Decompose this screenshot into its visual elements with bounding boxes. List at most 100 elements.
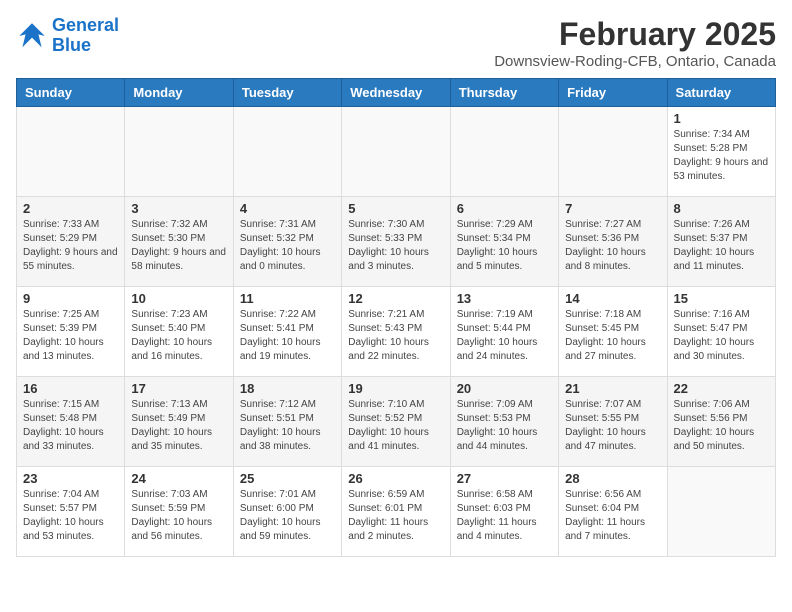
day-number: 21 bbox=[565, 381, 660, 396]
day-cell: 7 Sunrise: 7:27 AM Sunset: 5:36 PM Daylig… bbox=[559, 197, 667, 287]
calendar-header: SundayMondayTuesdayWednesdayThursdayFrid… bbox=[17, 79, 776, 107]
day-info: Sunrise: 7:12 AM Sunset: 5:51 PM Dayligh… bbox=[240, 398, 335, 454]
day-cell: 27 Sunrise: 6:58 AM Sunset: 6:03 PM Dayli… bbox=[450, 467, 558, 557]
day-number: 8 bbox=[674, 201, 769, 216]
day-number: 26 bbox=[348, 471, 443, 486]
day-info: Sunrise: 7:34 AM Sunset: 5:28 PM Dayligh… bbox=[674, 128, 769, 184]
day-info: Sunrise: 7:27 AM Sunset: 5:36 PM Dayligh… bbox=[565, 218, 660, 274]
day-info: Sunrise: 7:26 AM Sunset: 5:37 PM Dayligh… bbox=[674, 218, 769, 274]
calendar: SundayMondayTuesdayWednesdayThursdayFrid… bbox=[16, 78, 776, 557]
day-cell: 6 Sunrise: 7:29 AM Sunset: 5:34 PM Daylig… bbox=[450, 197, 558, 287]
day-number: 27 bbox=[457, 471, 552, 486]
day-number: 12 bbox=[348, 291, 443, 306]
day-info: Sunrise: 7:03 AM Sunset: 5:59 PM Dayligh… bbox=[131, 488, 226, 544]
weekday-header-friday: Friday bbox=[559, 79, 667, 107]
day-info: Sunrise: 7:32 AM Sunset: 5:30 PM Dayligh… bbox=[131, 218, 226, 274]
day-cell bbox=[125, 107, 233, 197]
day-info: Sunrise: 7:15 AM Sunset: 5:48 PM Dayligh… bbox=[23, 398, 118, 454]
day-info: Sunrise: 7:10 AM Sunset: 5:52 PM Dayligh… bbox=[348, 398, 443, 454]
day-number: 3 bbox=[131, 201, 226, 216]
weekday-header-monday: Monday bbox=[125, 79, 233, 107]
day-number: 2 bbox=[23, 201, 118, 216]
week-row-3: 16Sunrise: 7:15 AM Sunset: 5:48 PM Dayli… bbox=[17, 377, 776, 467]
day-number: 25 bbox=[240, 471, 335, 486]
day-info: Sunrise: 7:21 AM Sunset: 5:43 PM Dayligh… bbox=[348, 308, 443, 364]
day-cell: 9Sunrise: 7:25 AM Sunset: 5:39 PM Daylig… bbox=[17, 287, 125, 377]
weekday-header-sunday: Sunday bbox=[17, 79, 125, 107]
day-cell: 12 Sunrise: 7:21 AM Sunset: 5:43 PM Dayli… bbox=[342, 287, 450, 377]
week-row-0: 1 Sunrise: 7:34 AM Sunset: 5:28 PM Daylig… bbox=[17, 107, 776, 197]
day-number: 4 bbox=[240, 201, 335, 216]
day-cell: 16Sunrise: 7:15 AM Sunset: 5:48 PM Dayli… bbox=[17, 377, 125, 467]
day-info: Sunrise: 6:59 AM Sunset: 6:01 PM Dayligh… bbox=[348, 488, 443, 544]
main-title: February 2025 bbox=[494, 16, 776, 53]
day-number: 13 bbox=[457, 291, 552, 306]
day-cell: 14 Sunrise: 7:18 AM Sunset: 5:45 PM Dayli… bbox=[559, 287, 667, 377]
day-cell: 20Sunrise: 7:09 AM Sunset: 5:53 PM Dayli… bbox=[450, 377, 558, 467]
day-cell: 28 Sunrise: 6:56 AM Sunset: 6:04 PM Dayli… bbox=[559, 467, 667, 557]
day-cell: 5 Sunrise: 7:30 AM Sunset: 5:33 PM Daylig… bbox=[342, 197, 450, 287]
day-info: Sunrise: 6:58 AM Sunset: 6:03 PM Dayligh… bbox=[457, 488, 552, 544]
day-info: Sunrise: 7:30 AM Sunset: 5:33 PM Dayligh… bbox=[348, 218, 443, 274]
day-number: 20 bbox=[457, 381, 552, 396]
sub-title: Downsview-Roding-CFB, Ontario, Canada bbox=[494, 53, 776, 70]
day-info: Sunrise: 6:56 AM Sunset: 6:04 PM Dayligh… bbox=[565, 488, 660, 544]
day-cell: 18Sunrise: 7:12 AM Sunset: 5:51 PM Dayli… bbox=[233, 377, 341, 467]
day-cell: 23 Sunrise: 7:04 AM Sunset: 5:57 PM Dayli… bbox=[17, 467, 125, 557]
day-info: Sunrise: 7:18 AM Sunset: 5:45 PM Dayligh… bbox=[565, 308, 660, 364]
week-row-1: 2 Sunrise: 7:33 AM Sunset: 5:29 PM Daylig… bbox=[17, 197, 776, 287]
weekday-header-row: SundayMondayTuesdayWednesdayThursdayFrid… bbox=[17, 79, 776, 107]
logo-line2: Blue bbox=[52, 35, 91, 55]
day-cell bbox=[667, 467, 775, 557]
day-info: Sunrise: 7:19 AM Sunset: 5:44 PM Dayligh… bbox=[457, 308, 552, 364]
day-number: 7 bbox=[565, 201, 660, 216]
week-row-4: 23 Sunrise: 7:04 AM Sunset: 5:57 PM Dayli… bbox=[17, 467, 776, 557]
day-info: Sunrise: 7:29 AM Sunset: 5:34 PM Dayligh… bbox=[457, 218, 552, 274]
day-cell: 8 Sunrise: 7:26 AM Sunset: 5:37 PM Daylig… bbox=[667, 197, 775, 287]
day-info: Sunrise: 7:25 AM Sunset: 5:39 PM Dayligh… bbox=[23, 308, 118, 364]
day-number: 11 bbox=[240, 291, 335, 306]
day-number: 15 bbox=[674, 291, 769, 306]
day-info: Sunrise: 7:31 AM Sunset: 5:32 PM Dayligh… bbox=[240, 218, 335, 274]
day-cell: 15 Sunrise: 7:16 AM Sunset: 5:47 PM Dayli… bbox=[667, 287, 775, 377]
day-cell: 22Sunrise: 7:06 AM Sunset: 5:56 PM Dayli… bbox=[667, 377, 775, 467]
day-number: 24 bbox=[131, 471, 226, 486]
header: General Blue February 2025 Downsview-Rod… bbox=[16, 16, 776, 70]
weekday-header-thursday: Thursday bbox=[450, 79, 558, 107]
weekday-header-saturday: Saturday bbox=[667, 79, 775, 107]
day-number: 22 bbox=[674, 381, 769, 396]
day-cell: 24 Sunrise: 7:03 AM Sunset: 5:59 PM Dayli… bbox=[125, 467, 233, 557]
day-cell: 19 Sunrise: 7:10 AM Sunset: 5:52 PM Dayli… bbox=[342, 377, 450, 467]
day-cell bbox=[17, 107, 125, 197]
day-info: Sunrise: 7:22 AM Sunset: 5:41 PM Dayligh… bbox=[240, 308, 335, 364]
day-info: Sunrise: 7:33 AM Sunset: 5:29 PM Dayligh… bbox=[23, 218, 118, 274]
day-cell: 1 Sunrise: 7:34 AM Sunset: 5:28 PM Daylig… bbox=[667, 107, 775, 197]
day-info: Sunrise: 7:23 AM Sunset: 5:40 PM Dayligh… bbox=[131, 308, 226, 364]
title-area: February 2025 Downsview-Roding-CFB, Onta… bbox=[494, 16, 776, 70]
logo: General Blue bbox=[16, 16, 119, 56]
logo-line1: General bbox=[52, 15, 119, 35]
day-cell: 13 Sunrise: 7:19 AM Sunset: 5:44 PM Dayli… bbox=[450, 287, 558, 377]
day-cell: 2 Sunrise: 7:33 AM Sunset: 5:29 PM Daylig… bbox=[17, 197, 125, 287]
day-number: 5 bbox=[348, 201, 443, 216]
day-info: Sunrise: 7:04 AM Sunset: 5:57 PM Dayligh… bbox=[23, 488, 118, 544]
day-info: Sunrise: 7:07 AM Sunset: 5:55 PM Dayligh… bbox=[565, 398, 660, 454]
day-cell bbox=[233, 107, 341, 197]
day-cell: 21 Sunrise: 7:07 AM Sunset: 5:55 PM Dayli… bbox=[559, 377, 667, 467]
weekday-header-tuesday: Tuesday bbox=[233, 79, 341, 107]
day-number: 23 bbox=[23, 471, 118, 486]
day-number: 19 bbox=[348, 381, 443, 396]
day-cell: 26 Sunrise: 6:59 AM Sunset: 6:01 PM Dayli… bbox=[342, 467, 450, 557]
day-number: 14 bbox=[565, 291, 660, 306]
logo-text: General Blue bbox=[52, 16, 119, 56]
day-info: Sunrise: 7:01 AM Sunset: 6:00 PM Dayligh… bbox=[240, 488, 335, 544]
day-info: Sunrise: 7:16 AM Sunset: 5:47 PM Dayligh… bbox=[674, 308, 769, 364]
calendar-body: 1 Sunrise: 7:34 AM Sunset: 5:28 PM Daylig… bbox=[17, 107, 776, 557]
day-number: 1 bbox=[674, 111, 769, 126]
day-number: 6 bbox=[457, 201, 552, 216]
day-cell bbox=[450, 107, 558, 197]
day-cell: 17Sunrise: 7:13 AM Sunset: 5:49 PM Dayli… bbox=[125, 377, 233, 467]
day-number: 10 bbox=[131, 291, 226, 306]
day-number: 28 bbox=[565, 471, 660, 486]
day-cell: 10 Sunrise: 7:23 AM Sunset: 5:40 PM Dayli… bbox=[125, 287, 233, 377]
